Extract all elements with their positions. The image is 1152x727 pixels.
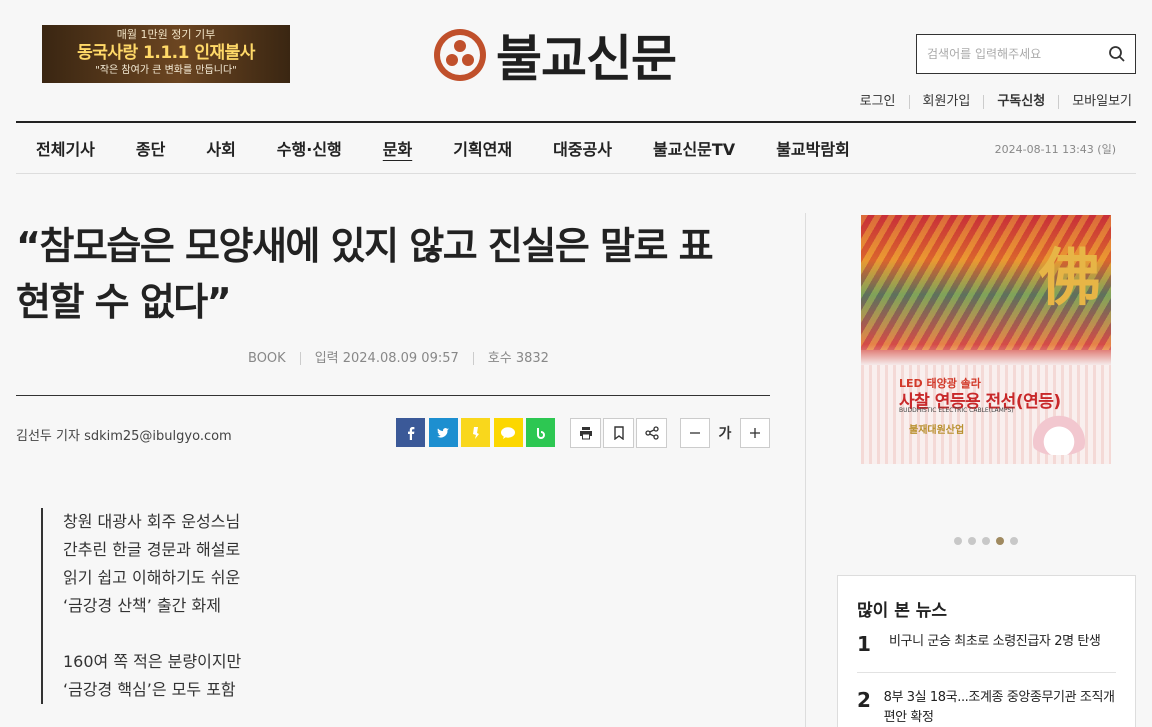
popular-news-item[interactable]: 1 비구니 군승 최초로 소령진급자 2명 탄생 [857, 632, 1117, 656]
plus-icon [750, 428, 760, 438]
nav-item-practice[interactable]: 수행·신행 [277, 136, 342, 160]
search-input[interactable] [917, 35, 1099, 73]
ad-banner-line1: 매월 1만원 정기 기부 [116, 28, 216, 41]
subhead-line: 창원 대광사 회주 운성스님 [63, 512, 241, 531]
login-link[interactable]: 로그인 [847, 95, 909, 109]
carousel-dot[interactable] [968, 537, 976, 545]
subhead-line: ‘금강경 핵심’은 모두 포함 [63, 680, 236, 699]
utility-links: 로그인 회원가입 구독신청 모바일보기 [847, 95, 1136, 109]
main-nav: 전체기사 종단 사회 수행·신행 문화 기획연재 대중공사 불교신문TV 불교박… [16, 121, 1136, 174]
subhead-line: 160여 쪽 적은 분량이지만 [63, 652, 242, 671]
ad-banner-line3: "작은 참여가 큰 변화를 만듭니다" [95, 65, 237, 76]
headline-line2: 현할 수 없다” [16, 280, 232, 324]
kakaotalk-icon [501, 426, 515, 439]
article-subheads: 창원 대광사 회주 운성스님 간추린 한글 경문과 해설로 읽기 쉽고 이해하기… [41, 508, 341, 704]
search-icon [1109, 46, 1125, 62]
bookmark-icon [613, 426, 624, 440]
carousel-dot[interactable] [1010, 537, 1018, 545]
kakaostory-icon [472, 426, 479, 439]
carousel-dot[interactable] [982, 537, 990, 545]
share-buttons [396, 418, 559, 447]
kakaostory-share-button[interactable] [461, 418, 490, 447]
column-divider [805, 213, 806, 727]
article-meta: BOOK 입력 2024.08.09 09:57 호수 3832 [248, 352, 563, 365]
nav-item-series[interactable]: 기획연재 [453, 136, 512, 160]
logo-text: 불교신문 [496, 30, 677, 88]
subhead-line: 읽기 쉽고 이해하기도 쉬운 [63, 568, 241, 587]
band-icon [536, 427, 545, 439]
article-issue: 호수 3832 [472, 352, 563, 365]
popular-news-box: 많이 본 뉴스 1 비구니 군승 최초로 소령진급자 2명 탄생 2 8부 3실… [837, 575, 1136, 727]
font-decrease-button[interactable] [680, 418, 710, 448]
nav-item-tv[interactable]: 불교신문TV [653, 136, 735, 160]
site-logo[interactable]: 불교신문 [434, 27, 677, 88]
font-size-control: 가 [680, 418, 770, 448]
ad-banner-line2: 동국사랑 1.1.1 인재불사 [77, 43, 255, 63]
article-input-date: 입력 2024.08.09 09:57 [299, 352, 473, 365]
lotus-icon [1029, 411, 1089, 455]
subhead-line: ‘금강경 산책’ 출간 화제 [63, 596, 221, 615]
headline-line1: “참모습은 모양새에 있지 않고 진실은 말로 표 [16, 224, 714, 268]
font-increase-button[interactable] [740, 418, 770, 448]
band-share-button[interactable] [526, 418, 555, 447]
mobile-view-link[interactable]: 모바일보기 [1058, 95, 1136, 109]
twitter-share-button[interactable] [428, 418, 458, 447]
carousel-dots [954, 537, 1024, 545]
share-icon [644, 426, 659, 440]
logo-mark-icon [434, 29, 486, 81]
print-icon [579, 427, 592, 440]
side-ad-line4: 불재대원산업 [909, 425, 965, 436]
sidebar-ad-banner[interactable]: 佛 LED 태양광 솔라 사찰 연등용 전선(연등) BUDDHISTIC EL… [861, 215, 1111, 464]
twitter-icon [437, 427, 449, 437]
facebook-share-button[interactable] [396, 418, 425, 447]
share-button[interactable] [636, 418, 667, 448]
carousel-dot[interactable] [954, 537, 962, 545]
nav-item-all[interactable]: 전체기사 [36, 136, 95, 160]
kakaotalk-share-button[interactable] [493, 418, 523, 447]
donation-ad-banner[interactable]: 매월 1만원 정기 기부 동국사랑 1.1.1 인재불사 "작은 참여가 큰 변… [42, 25, 290, 83]
side-ad-line3: BUDDHISTIC ELECTRIC CABLE(LAMPS) [899, 407, 1014, 414]
article-headline: “참모습은 모양새에 있지 않고 진실은 말로 표 현할 수 없다” [16, 218, 776, 330]
nav-item-order[interactable]: 종단 [136, 136, 165, 160]
print-button[interactable] [570, 418, 601, 448]
news-rank: 1 [857, 632, 871, 656]
nav-item-society[interactable]: 사회 [206, 136, 235, 160]
subscribe-link[interactable]: 구독신청 [983, 95, 1058, 109]
search-box [916, 34, 1136, 74]
nav-item-public[interactable]: 대중공사 [553, 136, 612, 160]
news-title: 비구니 군승 최초로 소령진급자 2명 탄생 [889, 634, 1101, 649]
news-title: 8부 3실 18국...조계종 중앙종무기관 조직개편안 확정 [883, 690, 1115, 725]
popular-news-item[interactable]: 2 8부 3실 18국...조계종 중앙종무기관 조직개편안 확정 [857, 688, 1117, 727]
search-button[interactable] [1099, 35, 1135, 73]
popular-news-title: 많이 본 뉴스 [857, 601, 948, 621]
divider [16, 395, 770, 396]
font-size-label: 가 [718, 426, 732, 442]
article-tools [570, 418, 669, 448]
carousel-dot-active[interactable] [996, 537, 1004, 545]
ad-hanja: 佛 [1039, 241, 1102, 314]
nav-item-expo[interactable]: 불교박람회 [776, 136, 850, 160]
news-rank: 2 [857, 688, 871, 712]
article-byline: 김선두 기자 sdkim25@ibulgyo.com [16, 429, 232, 444]
bookmark-button[interactable] [603, 418, 634, 448]
facebook-icon [407, 426, 414, 440]
nav-item-culture[interactable]: 문화 [383, 136, 412, 160]
nav-datetime: 2024-08-11 13:43 (일) [994, 143, 1116, 156]
minus-icon [690, 432, 700, 434]
subhead-line: 간추린 한글 경문과 해설로 [63, 540, 241, 559]
article-section: BOOK [248, 351, 286, 366]
signup-link[interactable]: 회원가입 [908, 95, 984, 109]
